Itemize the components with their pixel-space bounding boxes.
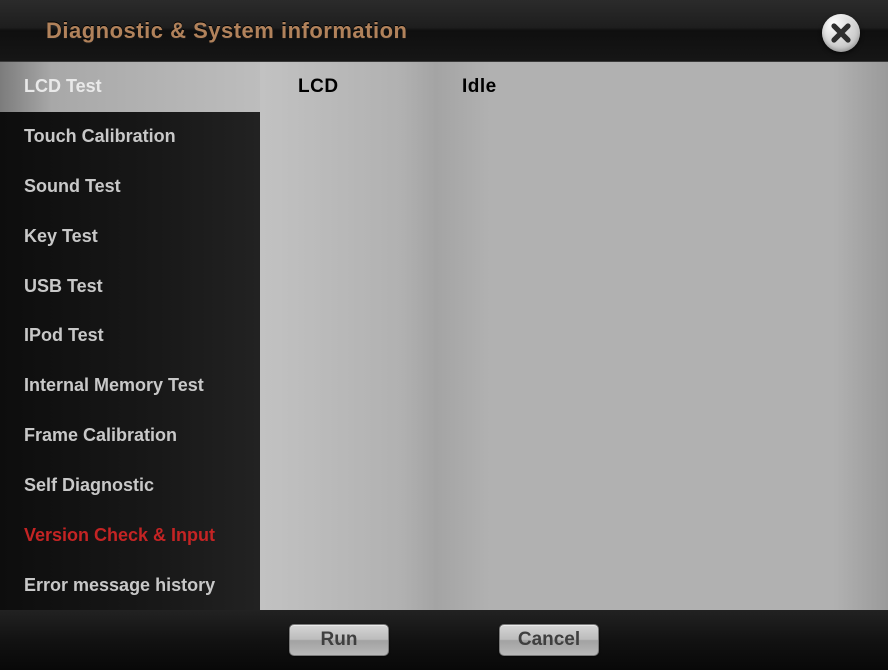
sidebar-item-lcd-test[interactable]: LCD Test [0, 62, 260, 112]
sidebar-item-ipod-test[interactable]: IPod Test [0, 311, 260, 361]
run-button[interactable]: Run [289, 624, 389, 656]
sidebar-item-label: Touch Calibration [24, 126, 176, 147]
header: Diagnostic & System information [0, 0, 888, 62]
sidebar-item-frame-calibration[interactable]: Frame Calibration [0, 411, 260, 461]
sidebar-item-label: Self Diagnostic [24, 475, 154, 496]
sidebar-item-label: LCD Test [24, 76, 102, 97]
sidebar-item-version-check-input[interactable]: Version Check & Input [0, 510, 260, 560]
sidebar: LCD Test Touch Calibration Sound Test Ke… [0, 62, 260, 610]
sidebar-item-error-message-history[interactable]: Error message history [0, 560, 260, 610]
close-button[interactable] [822, 14, 860, 52]
app-root: Diagnostic & System information LCD Test… [0, 0, 888, 670]
sidebar-item-key-test[interactable]: Key Test [0, 211, 260, 261]
page-title: Diagnostic & System information [46, 18, 407, 44]
sidebar-item-sound-test[interactable]: Sound Test [0, 162, 260, 212]
sidebar-item-label: Internal Memory Test [24, 375, 204, 396]
sidebar-item-label: Version Check & Input [24, 525, 215, 546]
content-panel: LCD Idle [260, 62, 888, 610]
sidebar-item-label: IPod Test [24, 325, 104, 346]
sidebar-item-label: USB Test [24, 276, 103, 297]
sidebar-item-label: Error message history [24, 575, 215, 596]
sidebar-item-label: Frame Calibration [24, 425, 177, 446]
sidebar-item-touch-calibration[interactable]: Touch Calibration [0, 112, 260, 162]
sidebar-item-label: Key Test [24, 226, 98, 247]
sidebar-item-internal-memory-test[interactable]: Internal Memory Test [0, 361, 260, 411]
sidebar-item-usb-test[interactable]: USB Test [0, 261, 260, 311]
close-icon [830, 22, 852, 44]
footer: Run Cancel [0, 610, 888, 670]
panel-right-label: Idle [462, 76, 497, 98]
cancel-button[interactable]: Cancel [499, 624, 599, 656]
sidebar-item-self-diagnostic[interactable]: Self Diagnostic [0, 461, 260, 511]
panel-right: Idle [436, 62, 888, 610]
body: LCD Test Touch Calibration Sound Test Ke… [0, 62, 888, 610]
sidebar-item-label: Sound Test [24, 176, 121, 197]
panel-left: LCD [260, 62, 436, 610]
panel-left-label: LCD [298, 76, 339, 98]
